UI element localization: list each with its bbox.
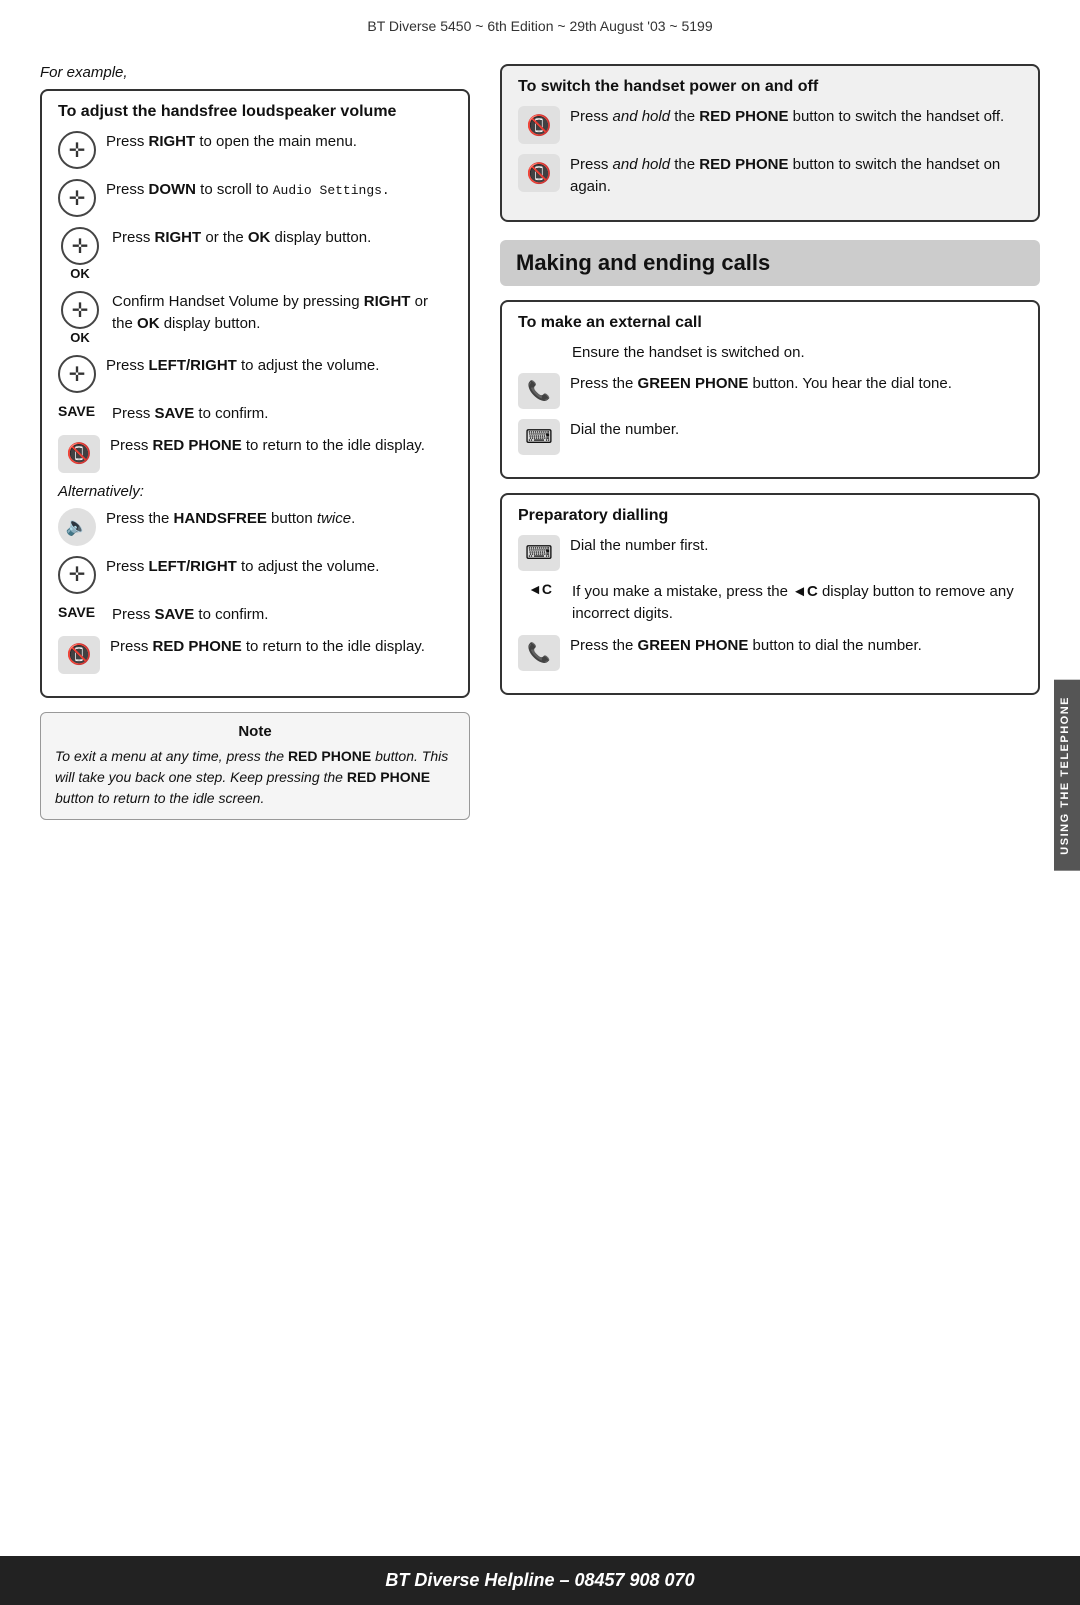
ok-label: OK [70,330,90,345]
step-save-1: SAVE Press SAVE to confirm. [58,403,452,425]
save-label: SAVE [58,403,102,419]
step-text: Ensure the handset is switched on. [572,342,1022,364]
step-red-phone-1: 📵 Press RED PHONE to return to the idle … [58,435,452,473]
step-power-off: 📵 Press and hold the RED PHONE button to… [518,106,1022,144]
step-text: Press RED PHONE to return to the idle di… [110,435,452,457]
ok-label: OK [70,266,90,281]
step-backc: ◄C If you make a mistake, press the ◄C d… [518,581,1022,625]
step-green-phone-dial: 📞 Press the GREEN PHONE button to dial t… [518,635,1022,671]
preparatory-title: Preparatory dialling [518,507,1022,525]
preparatory-box: Preparatory dialling ⌨ Dial the number f… [500,493,1040,695]
note-box: Note To exit a menu at any time, press t… [40,712,470,820]
keypad-icon: ⌨ [518,535,560,571]
step-green-phone: 📞 Press the GREEN PHONE button. You hear… [518,373,1022,409]
step-red-phone-2: 📵 Press RED PHONE to return to the idle … [58,636,452,674]
green-phone-icon: 📞 [518,635,560,671]
step-text: Press DOWN to scroll to Audio Settings. [106,179,452,201]
step-text: If you make a mistake, press the ◄C disp… [572,581,1022,625]
step-dial: ⌨ Dial the number. [518,419,1022,455]
main-content: For example, To adjust the handsfree lou… [0,44,1080,840]
note-title: Note [55,723,455,740]
making-calls-heading: Making and ending calls [500,240,1040,286]
handsfree-box: To adjust the handsfree loudspeaker volu… [40,89,470,698]
nav-icon: ✛ [58,131,96,169]
step-text: Press RIGHT to open the main menu. [106,131,452,153]
external-call-title: To make an external call [518,314,1022,332]
nav-icon: ✛ [61,291,99,329]
right-column: To switch the handset power on and off 📵… [500,64,1040,820]
step-save-2: SAVE Press SAVE to confirm. [58,604,452,626]
step-ensure-on: Ensure the handset is switched on. [518,342,1022,364]
nav-icon: ✛ [58,355,96,393]
step-lr-volume: ✛ Press LEFT/RIGHT to adjust the volume. [58,355,452,393]
nav-ok-col: ✛ OK [58,291,102,345]
step-text: Press RIGHT or the OK display button. [112,227,452,249]
step-right-ok: ✛ OK Press RIGHT or the OK display butto… [58,227,452,281]
step-dial-first: ⌨ Dial the number first. [518,535,1022,571]
step-text: Press the HANDSFREE button twice. [106,508,452,530]
nav-icon: ✛ [58,179,96,217]
page-header: BT Diverse 5450 ~ 6th Edition ~ 29th Aug… [0,0,1080,44]
step-text: Press RED PHONE to return to the idle di… [110,636,452,658]
step-right-open: ✛ Press RIGHT to open the main menu. [58,131,452,169]
step-text: Press the GREEN PHONE button. You hear t… [570,373,1022,395]
step-power-on: 📵 Press and hold the RED PHONE button to… [518,154,1022,198]
red-phone-icon: 📵 [518,106,560,144]
step-text: Press SAVE to confirm. [112,604,452,626]
step-text: Press LEFT/RIGHT to adjust the volume. [106,355,452,377]
red-phone-icon: 📵 [518,154,560,192]
green-phone-icon: 📞 [518,373,560,409]
nav-icon: ✛ [61,227,99,265]
alternatively-label: Alternatively: [58,483,452,500]
switch-power-box: To switch the handset power on and off 📵… [500,64,1040,222]
note-text: To exit a menu at any time, press the RE… [55,746,455,809]
footer-text: BT Diverse Helpline – 08457 908 070 [385,1570,694,1590]
step-text: Press and hold the RED PHONE button to s… [570,154,1022,198]
nav-icon: ✛ [58,556,96,594]
step-handsfree: 🔈 Press the HANDSFREE button twice. [58,508,452,546]
step-down-scroll: ✛ Press DOWN to scroll to Audio Settings… [58,179,452,217]
step-text: Press the GREEN PHONE button to dial the… [570,635,1022,657]
step-text: Press and hold the RED PHONE button to s… [570,106,1022,128]
for-example-label: For example, [40,64,470,81]
nav-ok-col: ✛ OK [58,227,102,281]
handsfree-box-title: To adjust the handsfree loudspeaker volu… [58,103,452,121]
left-column: For example, To adjust the handsfree lou… [40,64,470,820]
side-tab-label: USING THE TELEPHONE [1059,696,1071,855]
step-text: Dial the number. [570,419,1022,441]
save-label: SAVE [58,604,102,620]
header-title: BT Diverse 5450 ~ 6th Edition ~ 29th Aug… [367,18,712,34]
step-confirm-volume: ✛ OK Confirm Handset Volume by pressing … [58,291,452,345]
handsfree-icon: 🔈 [58,508,96,546]
side-tab: USING THE TELEPHONE [1054,680,1080,871]
step-text: Dial the number first. [570,535,1022,557]
switch-power-title: To switch the handset power on and off [518,78,1022,96]
external-call-box: To make an external call Ensure the hand… [500,300,1040,480]
red-phone-icon: 📵 [58,636,100,674]
step-text: Confirm Handset Volume by pressing RIGHT… [112,291,452,335]
step-lr-volume-2: ✛ Press LEFT/RIGHT to adjust the volume. [58,556,452,594]
step-text: Press SAVE to confirm. [112,403,452,425]
keypad-icon: ⌨ [518,419,560,455]
step-text: Press LEFT/RIGHT to adjust the volume. [106,556,452,578]
page-footer: BT Diverse Helpline – 08457 908 070 [0,1556,1080,1605]
backc-label: ◄C [518,581,562,597]
red-phone-icon: 📵 [58,435,100,473]
